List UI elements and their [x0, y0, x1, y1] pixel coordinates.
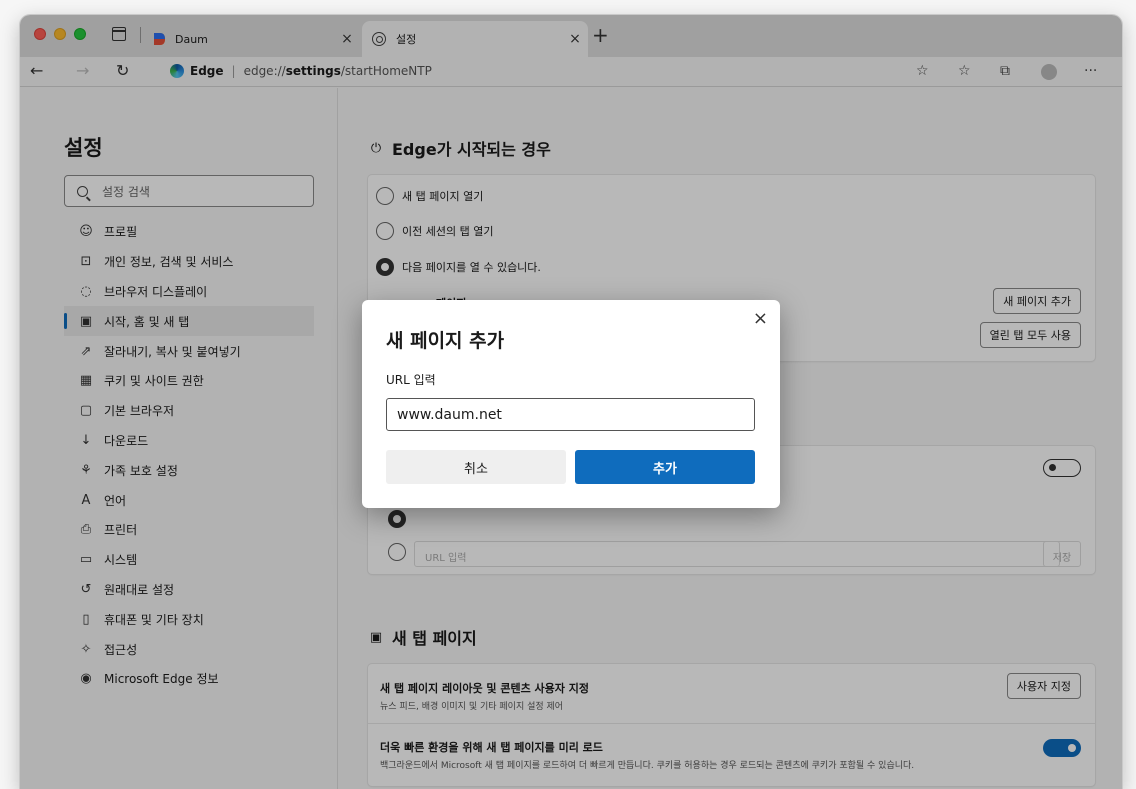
- add-page-dialog: × 새 페이지 추가 URL 입력 취소 추가: [362, 300, 780, 508]
- url-field-label: URL 입력: [386, 373, 436, 387]
- dialog-title: 새 페이지 추가: [386, 330, 505, 352]
- url-input[interactable]: [386, 398, 755, 431]
- browser-window: Daum × 설정 × + ← → ↻ Edge | edge://settin…: [20, 15, 1122, 789]
- add-button[interactable]: 추가: [575, 450, 755, 484]
- cancel-button[interactable]: 취소: [386, 450, 566, 484]
- close-icon[interactable]: ×: [753, 308, 768, 329]
